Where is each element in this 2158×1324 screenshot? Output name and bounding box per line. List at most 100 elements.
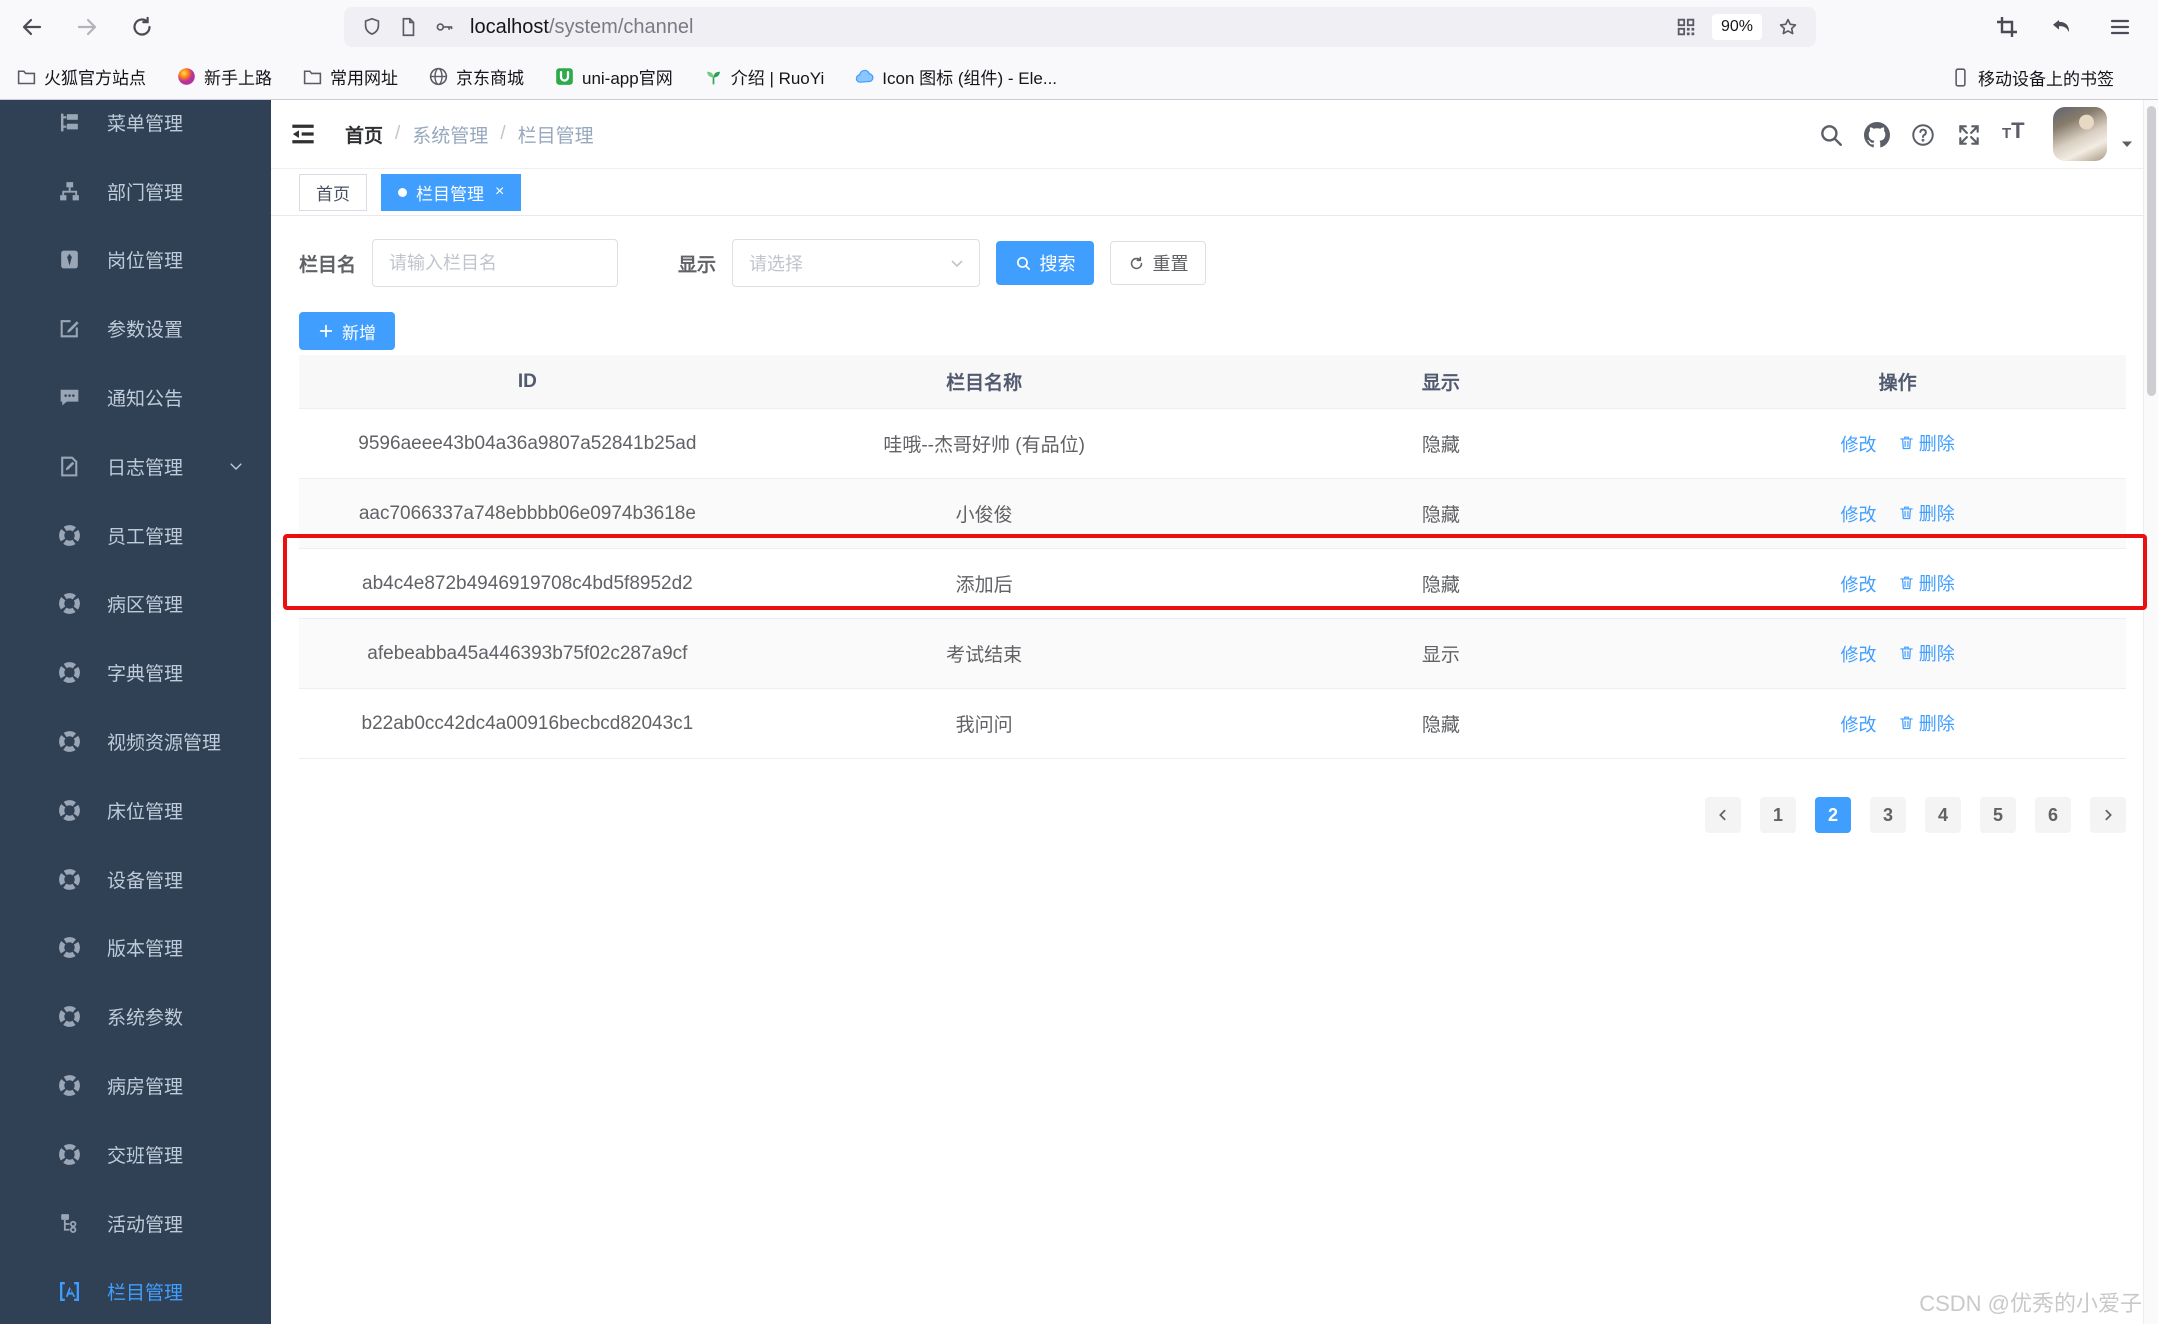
sidebar-item-系统参数[interactable]: 系统参数 bbox=[0, 982, 271, 1051]
component-icon bbox=[57, 1073, 82, 1098]
bookmark-item[interactable]: 火狐官方站点 bbox=[16, 64, 146, 89]
sidebar-item-label: 日志管理 bbox=[107, 457, 184, 479]
pagination-page-5[interactable]: 5 bbox=[1980, 797, 2016, 833]
header-search-icon[interactable] bbox=[1818, 122, 1844, 148]
fullscreen-icon[interactable] bbox=[1956, 122, 1982, 148]
delete-link[interactable]: 删除 bbox=[1898, 640, 1955, 666]
help-icon[interactable] bbox=[1910, 122, 1936, 148]
breadcrumb-item: 栏目管理 bbox=[517, 125, 594, 147]
search-button[interactable]: 搜索 bbox=[996, 241, 1095, 285]
sidebar-item-参数设置[interactable]: 参数设置 bbox=[0, 294, 271, 363]
mobile-bookmarks-folder[interactable]: 移动设备上的书签 bbox=[1950, 54, 2114, 100]
channel-table: ID 栏目名称 显示 操作 9596aeee43b04a36a9807a5284… bbox=[299, 355, 2126, 759]
sidebar-item-视频资源管理[interactable]: 视频资源管理 bbox=[0, 707, 271, 776]
caret-down-icon[interactable] bbox=[2119, 136, 2135, 152]
sidebar-item-通知公告[interactable]: 通知公告 bbox=[0, 363, 271, 432]
sidebar-item-label: 版本管理 bbox=[107, 939, 184, 961]
page-icon[interactable] bbox=[397, 16, 419, 38]
sidebar-item-病区管理[interactable]: 病区管理 bbox=[0, 570, 271, 639]
bookmark-item[interactable]: Icon 图标 (组件) - Ele... bbox=[854, 64, 1057, 89]
delete-link[interactable]: 删除 bbox=[1898, 570, 1955, 596]
bookmark-item[interactable]: 新手上路 bbox=[176, 64, 272, 89]
back-icon[interactable] bbox=[20, 15, 44, 39]
bookmark-item[interactable]: 常用网址 bbox=[302, 64, 398, 89]
bookmark-item[interactable]: 京东商城 bbox=[428, 64, 524, 89]
bookmark-label: 新手上路 bbox=[204, 69, 272, 88]
pagination-page-2[interactable]: 2 bbox=[1815, 797, 1851, 833]
reset-button[interactable]: 重置 bbox=[1110, 241, 1207, 285]
url-bar[interactable]: localhost/system/channel 90% bbox=[344, 7, 1816, 47]
display-select[interactable]: 请选择 bbox=[732, 239, 981, 287]
add-button[interactable]: 新增 bbox=[299, 312, 395, 350]
qr-code-icon[interactable] bbox=[1675, 16, 1697, 38]
tab-channel-management[interactable]: 栏目管理 × bbox=[381, 173, 522, 211]
pagination-page-1[interactable]: 1 bbox=[1760, 797, 1796, 833]
bookmark-item[interactable]: uni-app官网 bbox=[554, 64, 673, 89]
edit-link[interactable]: 修改 bbox=[1840, 431, 1876, 457]
menu-tree-icon bbox=[57, 110, 82, 135]
sidebar-item-交班管理[interactable]: 交班管理 bbox=[0, 1120, 271, 1189]
chevron-down-icon bbox=[949, 255, 965, 271]
zoom-level-chip[interactable]: 90% bbox=[1711, 14, 1762, 40]
screenshot-root: localhost/system/channel 90% 火狐官方站点 新手上路 bbox=[0, 0, 2158, 1324]
sidebar-item-活动管理[interactable]: 活动管理 bbox=[0, 1189, 271, 1258]
scrollbar-thumb[interactable] bbox=[2147, 106, 2156, 396]
avatar[interactable] bbox=[2053, 107, 2107, 161]
forward-icon[interactable] bbox=[75, 15, 99, 39]
breadcrumb-item: 系统管理 bbox=[412, 125, 489, 147]
key-icon[interactable] bbox=[433, 16, 455, 38]
edit-link[interactable]: 修改 bbox=[1840, 571, 1876, 597]
delete-link[interactable]: 删除 bbox=[1898, 430, 1955, 456]
org-tree-icon bbox=[57, 179, 82, 204]
table-row: ab4c4e872b4946919708c4bd5f8952d2 添加后 隐藏 … bbox=[299, 548, 2126, 619]
github-icon[interactable] bbox=[1864, 122, 1890, 148]
undo-icon[interactable] bbox=[2050, 15, 2074, 39]
pagination-next-button[interactable] bbox=[2090, 797, 2126, 833]
breadcrumb-home[interactable]: 首页 bbox=[345, 121, 383, 148]
browser-menu-icon[interactable] bbox=[2108, 15, 2132, 39]
delete-link[interactable]: 删除 bbox=[1898, 500, 1955, 526]
sidebar-item-床位管理[interactable]: 床位管理 bbox=[0, 776, 271, 845]
component-icon bbox=[57, 523, 82, 548]
sidebar-item-菜单管理[interactable]: 菜单管理 bbox=[0, 100, 271, 157]
bookmark-star-icon[interactable] bbox=[1777, 16, 1799, 38]
edit-link[interactable]: 修改 bbox=[1840, 711, 1876, 737]
sidebar-item-栏目管理[interactable]: 栏目管理 bbox=[0, 1258, 271, 1324]
channel-name-input[interactable] bbox=[372, 239, 619, 287]
tab-home[interactable]: 首页 bbox=[299, 173, 367, 211]
sidebar-item-员工管理[interactable]: 员工管理 bbox=[0, 501, 271, 570]
sidebar-item-病房管理[interactable]: 病房管理 bbox=[0, 1051, 271, 1120]
pagination-page-6[interactable]: 6 bbox=[2035, 797, 2071, 833]
trash-icon bbox=[1899, 506, 1913, 520]
sidebar-collapse-icon[interactable] bbox=[287, 118, 319, 150]
delete-link[interactable]: 删除 bbox=[1898, 710, 1955, 736]
cell-display: 显示 bbox=[1212, 618, 1670, 689]
edit-link[interactable]: 修改 bbox=[1840, 501, 1876, 527]
filter-display-label: 显示 bbox=[678, 254, 717, 276]
sidebar-item-设备管理[interactable]: 设备管理 bbox=[0, 845, 271, 914]
cell-actions: 修改 删除 bbox=[1669, 548, 2126, 619]
shield-icon[interactable] bbox=[361, 16, 383, 38]
pagination-prev-button[interactable] bbox=[1705, 797, 1741, 833]
sidebar-item-岗位管理[interactable]: 岗位管理 bbox=[0, 226, 271, 295]
sidebar-item-label: 交班管理 bbox=[107, 1145, 184, 1167]
tab-active-dot bbox=[398, 187, 407, 197]
component-icon bbox=[57, 798, 82, 823]
cell-name: 考试结束 bbox=[755, 618, 1213, 689]
cell-id: afebeabba45a446393b75f02c287a9cf bbox=[299, 618, 756, 689]
pagination-page-4[interactable]: 4 bbox=[1925, 797, 1961, 833]
screenshot-tool-icon[interactable] bbox=[1995, 15, 2019, 39]
select-placeholder: 请选择 bbox=[749, 254, 804, 274]
edit-link[interactable]: 修改 bbox=[1840, 641, 1876, 667]
sidebar-item-部门管理[interactable]: 部门管理 bbox=[0, 157, 271, 226]
reload-icon[interactable] bbox=[130, 15, 154, 39]
scrollbar[interactable] bbox=[2143, 100, 2158, 1324]
bookmark-item[interactable]: 介绍 | RuoYi bbox=[703, 64, 824, 89]
font-size-icon[interactable]: TT bbox=[2002, 118, 2025, 144]
table-row: aac7066337a748ebbbb06e0974b3618e 小俊俊 隐藏 … bbox=[299, 478, 2126, 549]
sidebar-item-字典管理[interactable]: 字典管理 bbox=[0, 638, 271, 707]
sidebar-item-日志管理[interactable]: 日志管理 bbox=[0, 432, 271, 501]
tab-close-icon[interactable]: × bbox=[495, 184, 504, 200]
pagination-page-3[interactable]: 3 bbox=[1870, 797, 1906, 833]
sidebar-item-版本管理[interactable]: 版本管理 bbox=[0, 914, 271, 983]
